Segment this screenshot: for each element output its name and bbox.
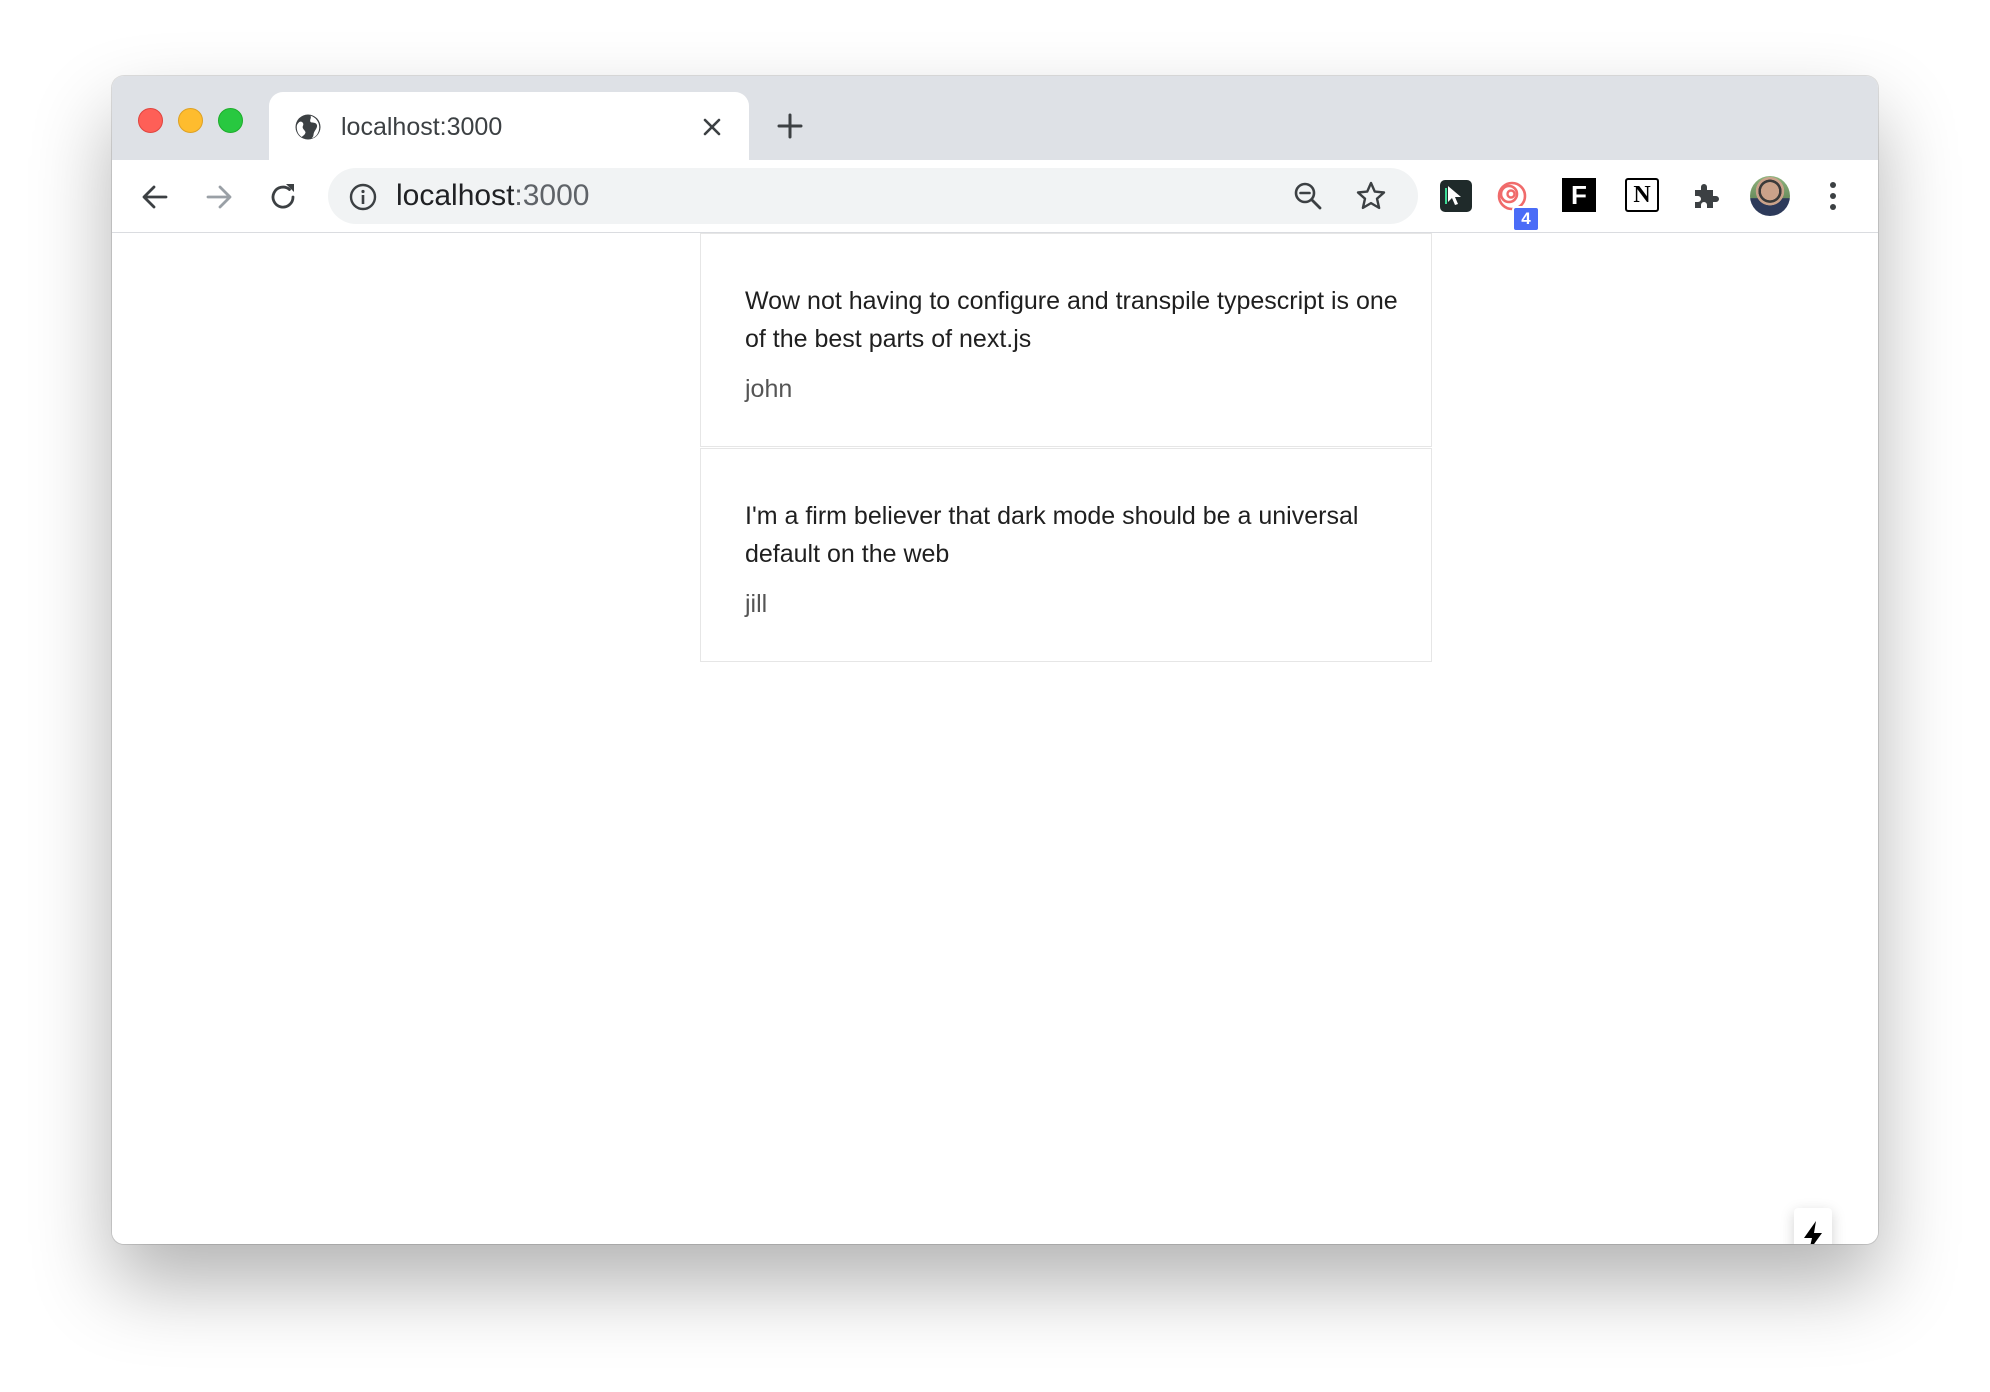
cursor-extension-icon[interactable] [1438,178,1474,214]
nextjs-static-indicator[interactable] [1794,1208,1832,1244]
page-content: Wow not having to configure and transpil… [112,233,1878,1244]
f-extension-icon[interactable]: F [1562,178,1596,212]
lightning-bolt-icon [1804,1221,1822,1244]
url-port: :3000 [514,179,590,212]
post-text: Wow not having to configure and transpil… [745,287,1398,353]
post-card: I'm a firm believer that dark mode shoul… [700,448,1432,662]
puzzle-extensions-icon[interactable] [1688,178,1724,214]
tab-strip: localhost:3000 [112,76,1878,160]
new-tab-icon[interactable] [774,110,806,142]
info-icon[interactable] [348,182,378,212]
url-host: localhost [396,179,515,212]
browser-window: localhost:3000 localhost:3000 4 F N Wow … [112,76,1878,1244]
maximize-window-button[interactable] [218,108,243,133]
profile-avatar[interactable] [1750,176,1790,216]
post-author: john [745,375,793,403]
post-card: Wow not having to configure and transpil… [700,233,1432,447]
more-options-icon[interactable] [1828,178,1838,214]
back-arrow-icon[interactable] [138,180,172,214]
zoom-out-icon[interactable] [1292,180,1324,212]
globe-icon [293,112,323,142]
forward-arrow-icon[interactable] [202,180,236,214]
close-tab-icon[interactable] [699,114,725,140]
address-bar[interactable]: localhost:3000 [328,168,1418,224]
post-text: I'm a firm believer that dark mode shoul… [745,502,1359,568]
tab-title: localhost:3000 [341,113,503,141]
post-author: jill [745,590,768,618]
bookmark-star-icon[interactable] [1354,179,1388,213]
url-text[interactable]: localhost:3000 [396,178,589,214]
minimize-window-button[interactable] [178,108,203,133]
notion-extension-icon[interactable]: N [1625,178,1659,212]
close-window-button[interactable] [138,108,163,133]
browser-toolbar: localhost:3000 4 F N [112,160,1878,233]
tab-localhost[interactable]: localhost:3000 [269,92,749,160]
reload-icon[interactable] [266,180,300,214]
extension-badge: 4 [1512,206,1540,232]
